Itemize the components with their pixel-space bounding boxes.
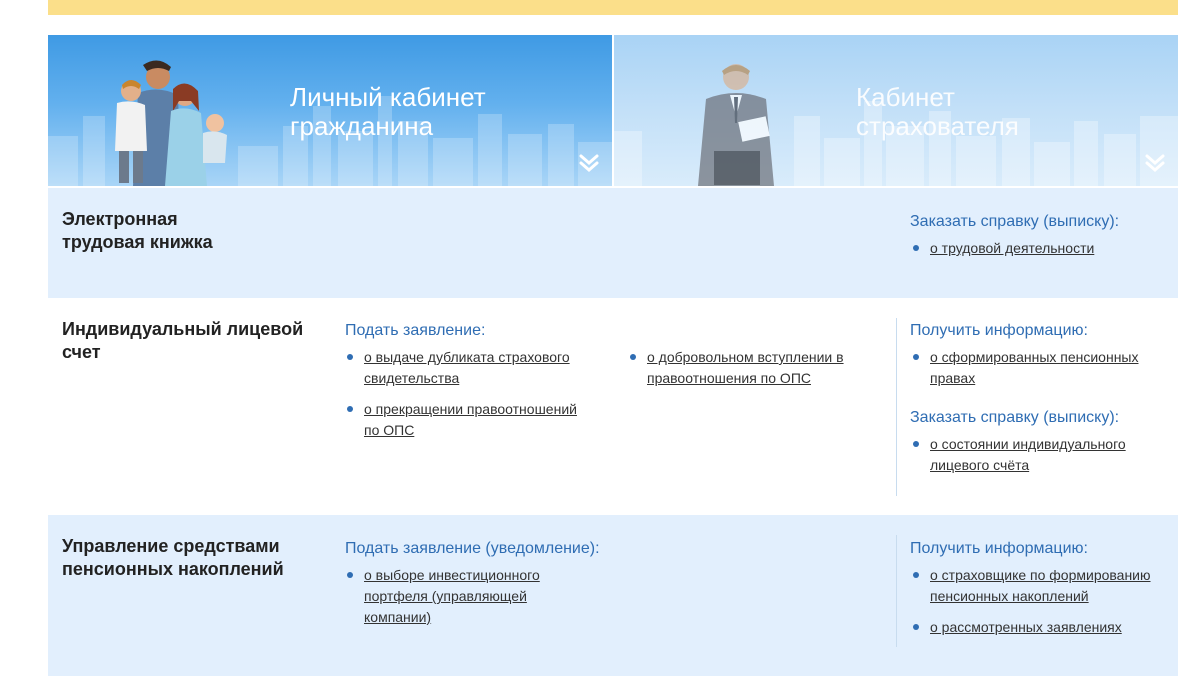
businessman-photo (698, 64, 774, 186)
order-statement-label: Заказать справку (выписку): (910, 409, 1120, 426)
list-item: о сформированных пенсионных правах (913, 347, 1168, 389)
get-info-label: Получить информацию: (910, 540, 1088, 557)
list-item: о добровольном вступлении в правоотношен… (630, 347, 870, 389)
link-investment-portfolio[interactable]: о выборе инвестиционного портфеля (управ… (364, 567, 540, 625)
info-list: о сформированных пенсионных правах (913, 347, 1168, 399)
personal-account-section: Индивидуальный лицевой счет Подать заявл… (48, 298, 1178, 515)
double-chevron-down-icon[interactable] (578, 152, 600, 174)
info-list: о страховщике по формированию пенсионных… (913, 565, 1168, 648)
apply-list-col2: о добровольном вступлении в правоотношен… (630, 347, 870, 399)
apply-list: о выдаче дубликата страхового свидетельс… (347, 347, 592, 451)
top-notice-strip (48, 0, 1178, 15)
citizen-cabinet-banner[interactable]: Личный кабинет гражданина (48, 35, 612, 186)
list-item: о страховщике по формированию пенсионных… (913, 565, 1168, 607)
labor-book-section: Электронная трудовая книжка Заказать спр… (48, 188, 1178, 298)
apply-label: Подать заявление: (345, 322, 486, 339)
pension-savings-section: Управление средствами пенсионных накопле… (48, 515, 1178, 676)
link-pension-rights[interactable]: о сформированных пенсионных правах (930, 349, 1139, 386)
insurer-cabinet-banner[interactable]: Кабинет страхователя (614, 35, 1178, 186)
list-item: о выборе инвестиционного портфеля (управ… (347, 565, 562, 628)
apply-notice-label: Подать заявление (уведомление): (345, 540, 600, 557)
order-statement-list: о состоянии индивидуального лицевого счё… (913, 434, 1168, 486)
link-account-state[interactable]: о состоянии индивидуального лицевого счё… (930, 436, 1126, 473)
apply-list: о выборе инвестиционного портфеля (управ… (347, 565, 562, 638)
list-item: о выдаче дубликата страхового свидетельс… (347, 347, 592, 389)
section-title: Электронная трудовая книжка (62, 209, 213, 252)
double-chevron-down-icon[interactable] (1144, 152, 1166, 174)
list-item: о прекращении правоотношений по ОПС (347, 399, 592, 441)
list-item: о состоянии индивидуального лицевого счё… (913, 434, 1168, 476)
link-reviewed-applications[interactable]: о рассмотренных заявлениях (930, 619, 1122, 635)
link-duplicate-certificate[interactable]: о выдаче дубликата страхового свидетельс… (364, 349, 570, 386)
link-insurer-savings[interactable]: о страховщике по формированию пенсионных… (930, 567, 1151, 604)
list-item: о трудовой деятельности (913, 238, 1163, 259)
order-statement-label: Заказать справку (выписку): (910, 213, 1120, 230)
section-title: Индивидуальный лицевой счет (62, 319, 304, 362)
insurer-cabinet-title[interactable]: Кабинет страхователя (856, 83, 1019, 141)
column-divider (896, 535, 897, 647)
column-divider (896, 318, 897, 496)
get-info-label: Получить информацию: (910, 322, 1088, 339)
link-voluntary-ops[interactable]: о добровольном вступлении в правоотношен… (647, 349, 844, 386)
list-item: о рассмотренных заявлениях (913, 617, 1168, 638)
link-labor-activity[interactable]: о трудовой деятельности (930, 240, 1094, 256)
citizen-cabinet-title[interactable]: Личный кабинет гражданина (290, 83, 486, 141)
link-terminate-ops[interactable]: о прекращении правоотношений по ОПС (364, 401, 577, 438)
family-photo (115, 60, 227, 186)
section-title: Управление средствами пенсионных накопле… (62, 536, 284, 579)
order-statement-list: о трудовой деятельности (913, 238, 1163, 269)
